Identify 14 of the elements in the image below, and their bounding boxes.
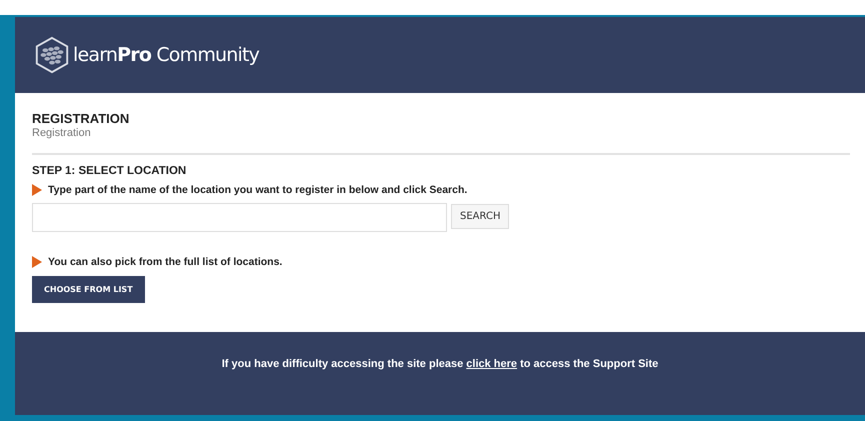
step-title: STEP 1: SELECT LOCATION xyxy=(32,165,188,177)
support-message: If you have difficulty accessing the site please click here to access the Support Site xyxy=(222,358,658,372)
support-link[interactable]: click here xyxy=(466,358,518,370)
search-button[interactable]: SEARCH xyxy=(451,204,510,229)
instruction-text: You can also pick from the full list of locations. xyxy=(48,256,282,268)
breadcrumb: Registration xyxy=(32,127,92,139)
instruction-text: Type part of the name of the location you want to register in below and click Search. xyxy=(48,184,468,196)
site-logo-text: learnPro Community xyxy=(73,44,260,66)
page-title: REGISTRATION xyxy=(32,111,130,126)
hexagon-logo-icon xyxy=(33,36,71,74)
play-arrow-icon xyxy=(32,256,42,268)
choose-from-list-button[interactable]: CHOOSE FROM LIST xyxy=(32,276,145,303)
play-arrow-icon xyxy=(32,184,42,196)
location-search-field[interactable] xyxy=(32,203,447,232)
